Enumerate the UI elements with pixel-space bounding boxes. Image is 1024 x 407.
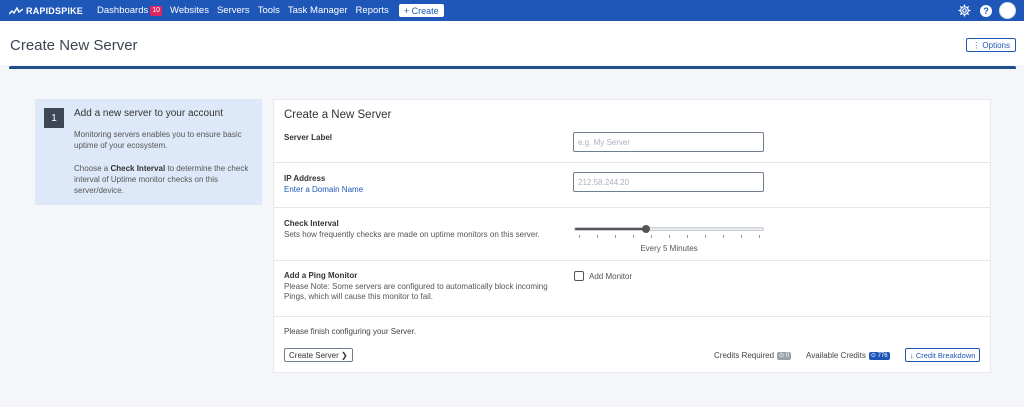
nav-item-dashboards[interactable]: Dashboards 10 [97,5,163,16]
create-server-button[interactable]: Create Server ❯ [284,348,353,362]
server-label-label: Server Label [284,133,333,142]
slider-fill [575,228,647,230]
add-monitor-checkbox[interactable] [574,271,584,281]
enter-domain-link[interactable]: Enter a Domain Name [284,185,363,194]
nav-item-label: Task Manager [287,5,348,16]
ping-monitor-row: Add a Ping Monitor Please Note: Some ser… [274,261,990,317]
logo-text: RAPIDSPIKE [26,5,84,16]
top-nav: RAPIDSPIKE Dashboards 10 Websites Server… [0,0,1024,21]
nav-item-websites[interactable]: Websites [170,5,209,16]
slider-tick [615,235,616,238]
page-header: Create New Server ⋮ Options [0,21,1024,65]
ping-monitor-label: Add a Ping Monitor [284,271,358,280]
info-text-part: Choose a [74,164,111,173]
server-label-input[interactable] [573,132,764,152]
available-credits-badge: ⊙ 776 [868,351,890,360]
avatar[interactable] [999,2,1016,19]
ip-address-input[interactable] [573,172,764,192]
step-number: 1 [44,108,64,128]
slider-tick [723,235,724,238]
check-interval-value: Every 5 Minutes [640,244,698,253]
slider-tick [759,235,760,238]
nav-item-servers[interactable]: Servers [217,5,250,16]
logo[interactable]: RAPIDSPIKE [9,6,83,16]
rapidspike-logo-icon [9,6,23,14]
form-title: Create a New Server [284,109,392,121]
slider-tick [651,235,652,238]
create-button[interactable]: + Create [398,4,444,17]
page-title: Create New Server [10,37,138,54]
nav-item-label: Websites [170,5,209,16]
options-button[interactable]: ⋮ Options [966,38,1016,52]
nav-item-tools[interactable]: Tools [258,5,280,16]
credits-required-label: Credits Required [714,351,775,360]
help-icon[interactable]: ? [980,4,992,17]
slider-tick [705,235,706,238]
available-credits-label: Available Credits [806,351,866,360]
check-interval-slider[interactable] [574,225,764,238]
info-title: Add a new server to your account [74,108,223,119]
form-status-message: Please finish configuring your Server. [284,327,417,336]
settings-button[interactable] [957,4,971,18]
slider-tick [741,235,742,238]
check-interval-description: Sets how frequently checks are made on u… [284,230,540,239]
info-paragraph: Monitoring servers enables you to ensure… [74,130,242,150]
nav-item-reports[interactable]: Reports [356,5,389,16]
info-paragraph: Choose a Check Interval to determine the… [74,163,256,196]
slider-tick [687,235,688,238]
slider-tick [633,235,634,238]
nav-item-label: Servers [216,5,250,16]
slider-tick [669,235,670,238]
check-interval-label: Check Interval [284,219,339,228]
gear-icon [957,4,971,17]
create-server-form: Create a New Server Server Label IP Addr… [273,99,991,373]
nav-right: ? [949,0,1016,21]
info-text-bold: Check Interval [110,164,166,173]
info-panel: 1 Add a new server to your account Monit… [35,99,262,205]
credit-breakdown-button[interactable]: ↓ Credit Breakdown [905,348,981,362]
ping-monitor-note: Please Note: Some servers are configured… [284,282,548,301]
nav-item-label: Dashboards [97,5,149,16]
available-credits: Available Credits ⊙ 776 [806,351,890,360]
server-label-row: Server Label [274,125,990,163]
add-monitor-label[interactable]: Add Monitor [589,272,632,281]
header-divider [9,66,1016,69]
slider-tick [597,235,598,238]
nav-menu: Dashboards 10 Websites Servers Tools Tas… [97,4,444,17]
dashboards-count-badge: 10 [150,5,163,16]
nav-item-task-manager[interactable]: Task Manager [288,5,348,16]
ip-address-row: IP Address Enter a Domain Name [274,163,990,208]
nav-item-label: Reports [355,5,389,16]
slider-tick [579,235,580,238]
check-interval-row: Check Interval Sets how frequently check… [274,208,990,261]
slider-handle[interactable] [642,225,651,233]
credits-required-badge: ⊙ 0 [777,351,792,360]
credits-required: Credits Required ⊙ 0 [714,351,792,360]
nav-item-label: Tools [257,5,280,16]
ip-address-label: IP Address [284,174,326,183]
